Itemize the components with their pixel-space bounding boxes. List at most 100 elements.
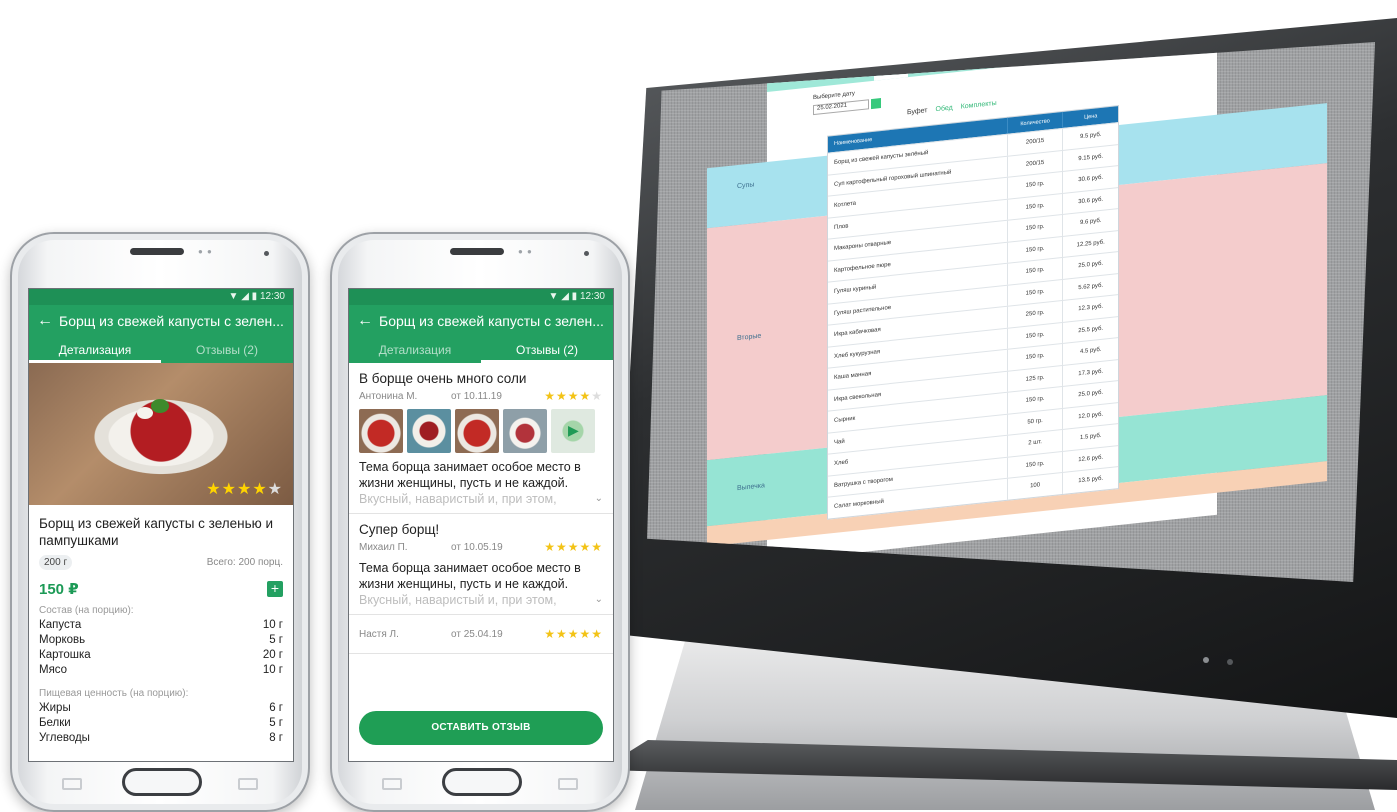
list-item: Картошка 20 г	[39, 648, 283, 663]
item-name: Морковь	[39, 634, 86, 646]
item-name: Углеводы	[39, 732, 90, 744]
dish-photo: ★★★★★	[29, 363, 293, 505]
item-name: Жиры	[39, 702, 71, 714]
list-item: Капуста 10 г	[39, 618, 283, 633]
review-photos: ▶	[359, 409, 603, 453]
review-rating-stars: ★★★★★	[544, 389, 603, 403]
back-soft-icon[interactable]	[558, 778, 578, 790]
composition-label: Состав (на порцию):	[39, 605, 134, 616]
tab-details[interactable]: Детализация	[29, 337, 161, 363]
front-camera-icon	[584, 251, 589, 256]
review-text-more: Вкусный, наваристый и, при этом, ⌄	[359, 491, 603, 507]
menu-tab-buffet[interactable]: Буфет	[907, 107, 928, 116]
camera-dots: ● ●	[518, 247, 533, 256]
item-name: Картошка	[39, 649, 91, 661]
item-amount: 10 г	[262, 619, 283, 631]
review-photo[interactable]	[503, 409, 547, 453]
date-input[interactable]: 25.02.2021	[813, 99, 869, 116]
list-item: Углеводы 8 г	[39, 731, 283, 746]
menu-tab-sets[interactable]: Комплекты	[961, 100, 997, 111]
tab-bar: Детализация Отзывы (2)	[349, 337, 613, 363]
status-time: 12:30	[259, 291, 285, 302]
date-label: Выберите дату	[813, 90, 855, 102]
tab-bar: Детализация Отзывы (2)	[29, 337, 293, 363]
review-title: Супер борщ!	[359, 522, 440, 537]
leave-review-button[interactable]: ОСТАВИТЬ ОТЗЫВ	[359, 711, 603, 745]
review-rating-stars: ★★★★★	[544, 627, 603, 641]
review-title: В борще очень много соли	[359, 371, 527, 386]
review-meta: Настя Л. от 25.04.19 ★★★★★	[359, 627, 603, 641]
signal-icon: ▼ ◢ ▮	[228, 291, 260, 302]
list-item: Морковь 5 г	[39, 633, 283, 648]
item-amount: 5 г	[269, 717, 283, 729]
item-amount: 20 г	[262, 649, 283, 661]
camera-dots: ● ●	[198, 247, 213, 256]
item-amount: 8 г	[269, 732, 283, 744]
app-bar: ← Борщ из свежей капусты с зелен...	[29, 305, 293, 337]
weight-row: 200 г Всего: 200 порц.	[39, 555, 283, 570]
menu-table: Наименование Количество Цена Борщ из све…	[827, 105, 1119, 520]
review-date: от 25.04.19	[451, 628, 503, 640]
back-arrow-icon[interactable]: ←	[37, 312, 59, 330]
total-portions: Всего: 200 порц.	[206, 557, 283, 568]
review-item[interactable]: В борще очень много соли Антонина М. от …	[349, 363, 613, 514]
nutrition-label: Пищевая ценность (на порцию):	[39, 688, 189, 699]
play-icon: ▶	[568, 422, 579, 438]
phone-reviews: ● ● ▼ ◢ ▮ 12:30 ← Борщ из свежей капусты…	[330, 232, 630, 812]
chevron-down-icon[interactable]: ⌄	[595, 592, 603, 608]
review-text-more: Вкусный, наваристый и, при этом, ⌄	[359, 592, 603, 608]
item-amount: 5 г	[269, 634, 283, 646]
phone-screen-detail: ▼ ◢ ▮ 12:30 ← Борщ из свежей капусты с з…	[28, 288, 294, 762]
item-amount: 6 г	[269, 702, 283, 714]
review-text: Тема борща занимает особое место в жизни…	[359, 561, 581, 591]
web-admin-page: Супы Вторые Выпечка КАФЕ СОЗДАТЬ ЗАКАЗ МЕН…	[707, 42, 1327, 562]
power-indicator	[1203, 657, 1209, 663]
menu-type-tabs: Буфет Обед Комплекты	[907, 100, 997, 116]
review-photo[interactable]	[359, 409, 403, 453]
recent-apps-icon[interactable]	[382, 778, 402, 790]
list-item: Мясо 10 г	[39, 663, 283, 678]
screen-title: Борщ из свежей капусты с зелен...	[59, 313, 284, 329]
sour-cream-icon	[137, 407, 153, 419]
review-text-faded: Вкусный, наваристый и, при этом,	[359, 492, 557, 506]
review-item[interactable]: Супер борщ! Михаил П. от 10.05.19 ★★★★★ …	[349, 514, 613, 615]
home-button[interactable]	[442, 768, 522, 796]
phone-screen-reviews: ▼ ◢ ▮ 12:30 ← Борщ из свежей капусты с з…	[348, 288, 614, 762]
item-name: Капуста	[39, 619, 82, 631]
speaker-grille	[130, 248, 184, 255]
review-author: Михаил П.	[359, 541, 408, 553]
review-date: от 10.11.19	[451, 390, 502, 402]
list-item: Жиры 6 г	[39, 701, 283, 716]
status-bar: ▼ ◢ ▮ 12:30	[349, 289, 613, 305]
review-author: Антонина М.	[359, 390, 418, 402]
menu-tab-lunch[interactable]: Обед	[936, 104, 953, 113]
list-item: Белки 5 г	[39, 716, 283, 731]
review-item[interactable]: Настя Л. от 25.04.19 ★★★★★	[349, 615, 613, 654]
price: 150 ₽	[39, 581, 79, 598]
review-date: от 10.05.19	[451, 541, 503, 553]
tab-reviews[interactable]: Отзывы (2)	[481, 337, 613, 363]
review-photo[interactable]	[455, 409, 499, 453]
add-to-cart-button[interactable]: +	[267, 581, 283, 597]
review-meta: Михаил П. от 10.05.19 ★★★★★	[359, 540, 603, 554]
item-name: Мясо	[39, 664, 68, 676]
dish-info: Борщ из свежей капусты с зеленью и пампу…	[29, 505, 293, 746]
ingredients-list: Капуста 10 г Морковь 5 г Картошка 20 г Мясо 10 …	[39, 618, 283, 678]
back-soft-icon[interactable]	[238, 778, 258, 790]
status-bar: ▼ ◢ ▮ 12:30	[29, 289, 293, 305]
home-button[interactable]	[122, 768, 202, 796]
recent-apps-icon[interactable]	[62, 778, 82, 790]
calendar-icon[interactable]	[871, 98, 881, 110]
monitor-screen: Супы Вторые Выпечка КАФЕ СОЗДАТЬ ЗАКАЗ МЕН…	[647, 42, 1375, 582]
back-arrow-icon[interactable]: ←	[357, 312, 379, 330]
review-video[interactable]: ▶	[551, 409, 595, 453]
review-photo[interactable]	[407, 409, 451, 453]
review-meta: Антонина М. от 10.11.19 ★★★★★	[359, 389, 603, 403]
speaker-grille	[450, 248, 504, 255]
tab-details[interactable]: Детализация	[349, 337, 481, 363]
power-button[interactable]	[1227, 659, 1233, 665]
tab-reviews[interactable]: Отзывы (2)	[161, 337, 293, 363]
chevron-down-icon[interactable]: ⌄	[595, 491, 603, 507]
review-rating-stars: ★★★★★	[544, 540, 603, 554]
photo-rating-stars: ★★★★★	[206, 481, 283, 498]
